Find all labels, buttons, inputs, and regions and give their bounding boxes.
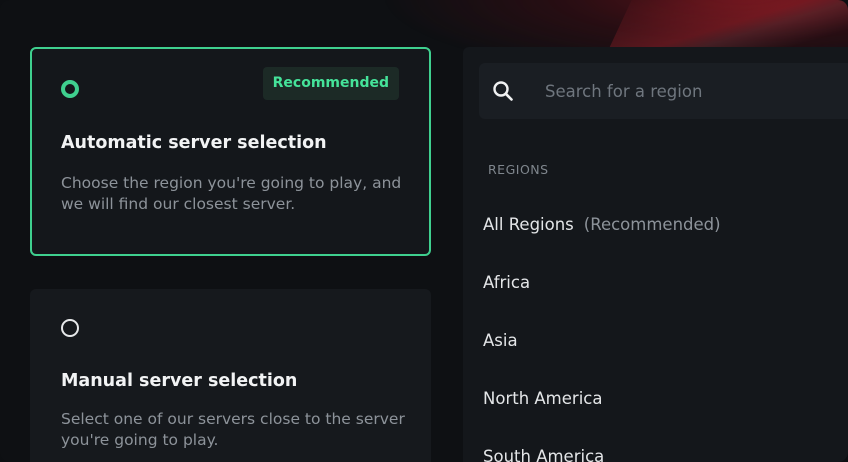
region-label: All Regions <box>483 215 574 234</box>
manual-server-option[interactable]: Manual server selection Select one of ou… <box>30 289 431 462</box>
automatic-option-title: Automatic server selection <box>61 133 327 153</box>
region-search-input[interactable] <box>529 63 848 119</box>
region-label: South America <box>483 447 605 462</box>
automatic-option-description: Choose the region you're going to play, … <box>61 174 402 213</box>
region-search-bar[interactable] <box>479 63 848 119</box>
search-icon <box>493 81 513 101</box>
region-label: North America <box>483 389 603 408</box>
region-item-africa[interactable]: Africa <box>483 273 530 292</box>
regions-panel: REGIONS All Regions(Recommended) Africa … <box>463 47 848 462</box>
region-label: Africa <box>483 273 531 292</box>
region-recommended-note: (Recommended) <box>583 215 721 234</box>
server-selection-screen: Recommended Automatic server selection C… <box>0 0 848 462</box>
region-item-all-regions[interactable]: All Regions (Recommended) <box>483 215 721 234</box>
region-item-north-america[interactable]: North America <box>483 389 602 408</box>
manual-option-description: Select one of our servers close to the s… <box>61 410 405 449</box>
regions-section-label: REGIONS <box>488 162 549 177</box>
recommended-badge: Recommended <box>262 67 399 100</box>
region-label: Asia <box>483 331 518 350</box>
region-item-asia[interactable]: Asia <box>483 331 518 350</box>
manual-option-title: Manual server selection <box>61 371 298 391</box>
region-item-south-america[interactable]: South America <box>483 447 604 462</box>
radio-selected-icon[interactable] <box>61 80 79 98</box>
automatic-server-option[interactable]: Recommended Automatic server selection C… <box>30 47 431 256</box>
radio-unselected-icon[interactable] <box>61 319 79 337</box>
